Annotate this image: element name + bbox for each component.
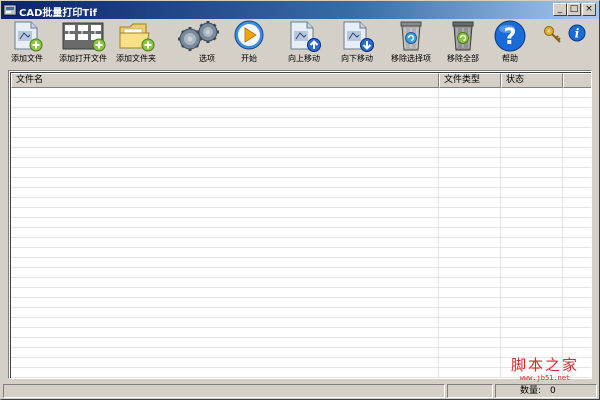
remove-all-button[interactable]: 移除全部 xyxy=(441,19,485,67)
about-button[interactable]: i xyxy=(567,19,587,67)
remove-selected-button[interactable]: 移除选择项 xyxy=(385,19,437,67)
add-open-file-icon xyxy=(62,22,106,52)
maximize-button[interactable]: □ xyxy=(567,3,581,16)
add-file-icon xyxy=(14,21,43,52)
column-divider xyxy=(562,88,563,378)
remove-selected-label: 移除选择项 xyxy=(391,54,431,63)
watermark-title: 脚本之家 xyxy=(510,356,579,374)
add-folder-label: 添加文件夹 xyxy=(116,54,156,63)
add-open-file-button[interactable]: 添加打开文件 xyxy=(57,19,109,67)
watermark-url: www.jb51.net xyxy=(519,374,571,382)
column-divider xyxy=(500,88,501,378)
list-rows[interactable] xyxy=(11,88,591,378)
status-pane-main xyxy=(3,384,445,398)
move-up-button[interactable]: 向上移动 xyxy=(282,19,326,67)
add-open-file-label: 添加打开文件 xyxy=(59,54,107,63)
move-up-label: 向上移动 xyxy=(288,54,320,63)
add-file-label: 添加文件 xyxy=(11,54,43,63)
status-pane-count: 数量: 0 xyxy=(495,384,597,398)
file-list[interactable]: 文件名 文件类型 状态 xyxy=(8,70,592,379)
recycle-bin-all-icon xyxy=(452,21,474,51)
help-label: 帮助 xyxy=(502,54,518,63)
move-down-button[interactable]: 向下移动 xyxy=(335,19,379,67)
status-bar: 数量: 0 xyxy=(1,382,599,399)
add-folder-button[interactable]: 添加文件夹 xyxy=(113,19,159,67)
app-window: CAD批量打印Tif _ □ × 添加文件 添加打开文件 添加文件夹 选项 开始… xyxy=(0,0,600,400)
play-icon xyxy=(234,20,264,50)
window-title: CAD批量打印Tif xyxy=(19,8,97,19)
recycle-bin-icon xyxy=(400,21,422,51)
move-down-label: 向下移动 xyxy=(341,54,373,63)
count-value: 0 xyxy=(550,386,556,396)
column-divider xyxy=(438,88,439,378)
help-button[interactable]: ? 帮助 xyxy=(491,19,529,67)
column-header-filler xyxy=(563,73,591,88)
info-icon: i xyxy=(568,24,586,42)
svg-text:i: i xyxy=(575,27,580,41)
add-folder-icon xyxy=(119,23,155,52)
help-icon: ? xyxy=(494,20,526,52)
start-label: 开始 xyxy=(241,54,257,63)
file-list-frame: 文件名 文件类型 状态 xyxy=(10,72,591,378)
options-label: 选项 xyxy=(199,54,215,63)
start-button[interactable]: 开始 xyxy=(229,19,269,67)
move-down-icon xyxy=(343,21,374,52)
move-up-icon xyxy=(290,21,321,52)
status-pane-secondary xyxy=(447,384,493,398)
app-icon xyxy=(3,4,17,16)
watermark: 脚本之家 www.jb51.net xyxy=(499,357,591,385)
list-header: 文件名 文件类型 状态 xyxy=(11,73,591,88)
toolbar: 添加文件 添加打开文件 添加文件夹 选项 开始 向上移动 向下移动 移除选择项 … xyxy=(1,19,599,67)
svg-text:?: ? xyxy=(504,25,517,50)
options-button[interactable]: 选项 xyxy=(173,19,225,67)
gears-icon xyxy=(178,21,219,51)
title-bar[interactable]: CAD批量打印Tif _ □ × xyxy=(1,1,599,19)
minimize-button[interactable]: _ xyxy=(553,3,567,16)
close-button[interactable]: × xyxy=(582,3,596,16)
column-header-status[interactable]: 状态 xyxy=(501,73,563,88)
column-header-filename[interactable]: 文件名 xyxy=(11,73,439,88)
remove-all-label: 移除全部 xyxy=(447,54,479,63)
column-header-filetype[interactable]: 文件类型 xyxy=(439,73,501,88)
key-icon xyxy=(544,26,561,43)
add-file-button[interactable]: 添加文件 xyxy=(7,19,47,67)
count-label: 数量: xyxy=(520,386,542,396)
register-button[interactable] xyxy=(541,19,565,67)
